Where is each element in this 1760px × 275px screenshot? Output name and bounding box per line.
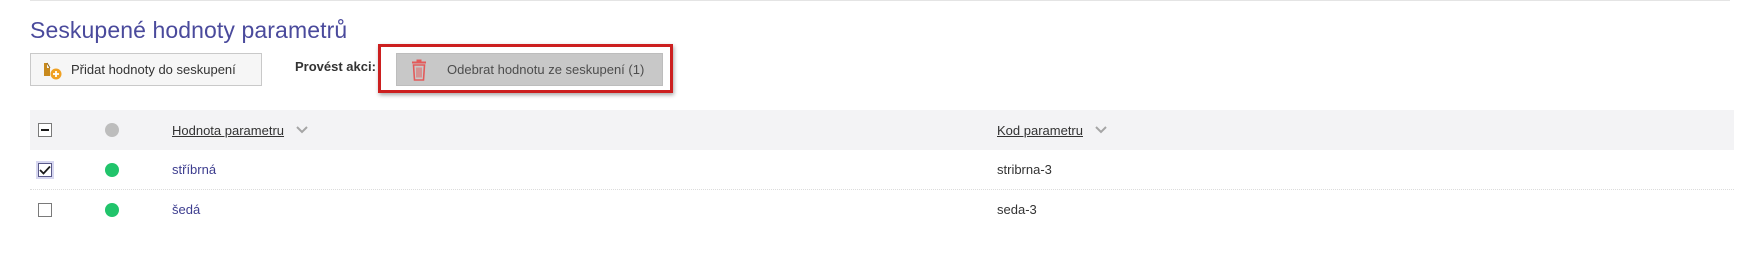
status-active-icon xyxy=(105,162,119,177)
table-row[interactable]: šedá seda-3 xyxy=(30,190,1734,229)
chevron-down-icon[interactable] xyxy=(296,126,308,134)
section-title: Seskupené hodnoty parametrů xyxy=(30,17,348,43)
add-values-button[interactable]: Přidat hodnoty do seskupení xyxy=(30,53,262,86)
value-name-link[interactable]: stříbrná xyxy=(172,162,216,177)
action-label: Provést akci: xyxy=(295,59,376,74)
value-code: stribrna-3 xyxy=(997,162,1052,177)
values-table: Hodnota parametru Kod parametru stříbrná… xyxy=(30,110,1734,229)
checkmark-icon xyxy=(39,165,51,175)
remove-from-group-button[interactable]: Odebrat hodnotu ze seskupení (1) xyxy=(396,53,663,86)
top-divider xyxy=(30,0,1730,1)
select-all-checkbox[interactable] xyxy=(38,123,52,137)
trash-icon xyxy=(409,59,429,81)
table-row[interactable]: stříbrná stribrna-3 xyxy=(30,150,1734,190)
row-checkbox[interactable] xyxy=(38,162,52,177)
remove-from-group-label: Odebrat hodnotu ze seskupení (1) xyxy=(447,62,645,77)
table-header: Hodnota parametru Kod parametru xyxy=(30,110,1734,150)
add-to-group-icon xyxy=(41,59,63,81)
status-active-icon xyxy=(105,202,119,217)
column-header-code[interactable]: Kod parametru xyxy=(997,123,1083,138)
add-values-label: Přidat hodnoty do seskupení xyxy=(71,62,236,77)
row-checkbox[interactable] xyxy=(38,202,52,217)
value-name-link[interactable]: šedá xyxy=(172,202,200,217)
column-header-value[interactable]: Hodnota parametru xyxy=(172,123,284,138)
value-code: seda-3 xyxy=(997,202,1037,217)
status-header-icon xyxy=(105,123,119,137)
chevron-down-icon[interactable] xyxy=(1095,126,1107,134)
